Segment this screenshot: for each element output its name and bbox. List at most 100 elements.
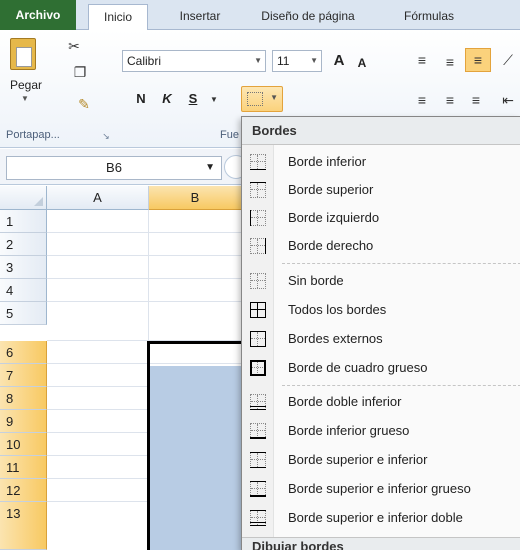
row-header-11[interactable]: 11 — [0, 456, 47, 479]
menu-item-label: Borde superior — [288, 182, 374, 197]
font-size-select[interactable]: 11 ▼ — [272, 50, 322, 72]
align-middle-icon[interactable]: ≡ — [440, 52, 460, 72]
top-thick-bottom-border-icon — [250, 481, 266, 497]
italic-button[interactable]: K — [158, 88, 176, 110]
chevron-down-icon: ▼ — [205, 162, 215, 173]
grow-font-button[interactable]: A — [328, 50, 350, 72]
decrease-indent-icon[interactable]: ⇤ — [498, 90, 518, 110]
menu-item-label: Bordes externos — [288, 331, 383, 346]
menu-item-label: Borde derecho — [288, 238, 374, 253]
row-header-9[interactable]: 9 — [0, 410, 47, 433]
ribbon-tabs: Archivo Inicio Insertar Diseño de página… — [0, 0, 520, 31]
chevron-down-icon[interactable]: ▼ — [204, 90, 224, 110]
row-header-2[interactable]: 2 — [0, 233, 47, 256]
format-painter-icon[interactable]: ✎ — [74, 94, 94, 114]
align-bottom-button[interactable]: ≡ — [465, 48, 491, 72]
menu-item-top-double-bottom-border[interactable]: Borde superior e inferior doble — [242, 504, 520, 532]
row-header-4[interactable]: 4 — [0, 279, 47, 302]
top-bottom-border-icon — [250, 452, 266, 468]
menu-item-bottom-double-border[interactable]: Borde doble inferior — [242, 388, 520, 416]
align-center-icon[interactable]: ≡ — [440, 90, 460, 110]
align-right-icon[interactable]: ≡ — [466, 90, 486, 110]
font-group-label: Fue — [220, 129, 239, 141]
menu-separator — [282, 385, 520, 386]
row-header-3[interactable]: 3 — [0, 256, 47, 279]
tab-formulas[interactable]: Fórmulas — [384, 4, 474, 30]
active-cell-b6[interactable] — [147, 341, 244, 550]
paste-button[interactable]: Pegar ▼ — [4, 38, 48, 112]
menu-item-all-borders[interactable]: Todos los bordes — [242, 296, 520, 324]
row-header-10[interactable]: 10 — [0, 433, 47, 456]
menu-item-label: Borde de cuadro grueso — [288, 360, 428, 375]
chevron-down-icon: ▼ — [270, 93, 278, 102]
outside-borders-icon — [250, 331, 266, 347]
row-header-12[interactable]: 12 — [0, 479, 47, 502]
menu-item-label: Borde izquierdo — [288, 210, 380, 225]
shrink-font-button[interactable]: A — [352, 52, 372, 74]
menu-item-top-bottom-border[interactable]: Borde superior e inferior — [242, 446, 520, 474]
menu-item-label: Borde inferior — [288, 154, 367, 169]
thick-box-border-icon — [250, 360, 266, 376]
menu-item-label: Sin borde — [288, 273, 344, 288]
column-header-a[interactable]: A — [47, 186, 149, 210]
menu-header: Bordes — [242, 117, 520, 145]
dialog-launcher-icon[interactable]: ↘ — [96, 126, 116, 146]
menu-item-label: Borde superior e inferior doble — [288, 510, 463, 525]
border-top-icon — [250, 182, 266, 198]
top-double-bottom-border-icon — [250, 510, 266, 526]
paste-label: Pegar — [9, 78, 43, 92]
chevron-down-icon: ▼ — [310, 56, 318, 65]
menu-item-border-bottom[interactable]: Borde inferior — [242, 148, 520, 176]
border-right-icon — [250, 238, 266, 254]
align-top-icon[interactable]: ≡ — [412, 50, 432, 70]
menu-item-label: Borde superior e inferior grueso — [288, 481, 471, 496]
tab-file[interactable]: Archivo — [0, 0, 76, 30]
chevron-down-icon: ▼ — [21, 94, 29, 103]
row-header-5[interactable]: 5 — [0, 302, 47, 325]
menu-item-thick-box-border[interactable]: Borde de cuadro grueso — [242, 354, 520, 382]
menu-item-border-left[interactable]: Borde izquierdo — [242, 204, 520, 232]
menu-item-label: Todos los bordes — [288, 302, 387, 317]
row-header-1[interactable]: 1 — [0, 210, 47, 233]
row-header-13[interactable]: 13 — [0, 502, 47, 550]
tab-home[interactable]: Inicio — [88, 4, 148, 31]
border-bottom-icon — [250, 154, 266, 170]
tab-page-layout[interactable]: Diseño de página — [248, 4, 368, 30]
font-name-select[interactable]: Calibri ▼ — [122, 50, 266, 72]
menu-item-top-thick-bottom-border[interactable]: Borde superior e inferior grueso — [242, 475, 520, 503]
align-left-icon[interactable]: ≡ — [412, 90, 432, 110]
no-border-icon — [250, 273, 266, 289]
borders-icon — [247, 92, 263, 106]
menu-item-thick-bottom-border[interactable]: Borde inferior grueso — [242, 417, 520, 445]
font-size-value: 11 — [277, 54, 290, 68]
orientation-icon[interactable]: ⟋ — [498, 50, 518, 70]
chevron-down-icon: ▼ — [254, 56, 262, 65]
cut-icon[interactable]: ✂ — [64, 36, 84, 56]
select-all-button[interactable] — [0, 186, 47, 210]
borders-button[interactable]: ▼ — [241, 86, 283, 112]
copy-icon[interactable]: ❐ — [70, 62, 90, 82]
menu-item-label: Borde superior e inferior — [288, 452, 428, 467]
menu-item-label: Borde inferior grueso — [288, 423, 410, 438]
menu-item-border-top[interactable]: Borde superior — [242, 176, 520, 204]
draw-borders-header: Dibujar bordes — [242, 537, 520, 550]
tab-insert[interactable]: Insertar — [160, 4, 240, 30]
underline-button[interactable]: S — [184, 88, 202, 110]
column-header-b[interactable]: B — [149, 186, 242, 210]
bottom-double-border-icon — [250, 394, 266, 410]
menu-item-outside-borders[interactable]: Bordes externos — [242, 325, 520, 353]
clipboard-group-label: Portapap... — [6, 129, 60, 141]
row-header-6[interactable]: 6 — [0, 341, 47, 364]
name-box[interactable]: B6 ▼ — [6, 156, 222, 180]
bold-button[interactable]: N — [132, 88, 150, 110]
menu-item-no-border[interactable]: Sin borde — [242, 267, 520, 295]
menu-item-border-right[interactable]: Borde derecho — [242, 232, 520, 260]
font-name-value: Calibri — [127, 54, 162, 68]
row-header-8[interactable]: 8 — [0, 387, 47, 410]
name-box-value: B6 — [106, 160, 122, 175]
align-bottom-icon: ≡ — [473, 52, 483, 68]
clipboard-icon — [10, 38, 36, 70]
menu-separator — [282, 263, 520, 264]
border-left-icon — [250, 210, 266, 226]
row-header-7[interactable]: 7 — [0, 364, 47, 387]
